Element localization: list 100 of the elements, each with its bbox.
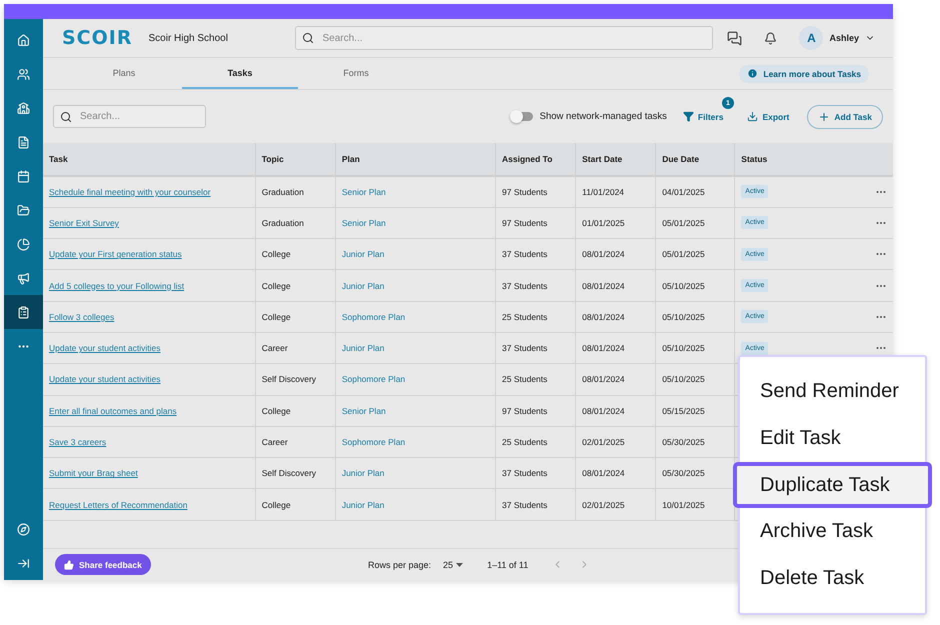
column-header[interactable]: Status <box>734 143 893 176</box>
plan-link[interactable]: Junior Plan <box>342 249 384 260</box>
column-header[interactable]: Topic <box>255 143 336 176</box>
list-icon <box>17 306 30 318</box>
table-cell: Career <box>255 426 336 458</box>
table-cell: 02/01/2025 <box>576 426 656 458</box>
menu-item[interactable]: Duplicate Task <box>733 462 932 508</box>
table-cell: Career <box>255 332 336 364</box>
table-cell: Graduation <box>255 176 336 208</box>
table-cell: Self Discovery <box>255 364 336 396</box>
task-link[interactable]: Add 5 colleges to your Following list <box>49 280 184 291</box>
logo: SCOIR <box>62 27 132 49</box>
calendar-icon <box>17 170 30 182</box>
table-cell: 05/10/2025 <box>656 364 735 396</box>
plan-link[interactable]: Senior Plan <box>342 406 386 416</box>
table-cell: Graduation <box>255 207 336 239</box>
menu-item[interactable]: Delete Task <box>740 555 925 602</box>
table-cell: 08/01/2024 <box>576 458 656 489</box>
page-range: 1–11 of 11 <box>487 560 528 570</box>
plan-link[interactable]: Sophomore Plan <box>342 312 406 322</box>
column-header[interactable]: Start Date <box>576 143 656 176</box>
plan-link[interactable]: Sophomore Plan <box>342 437 406 448</box>
task-link[interactable]: Schedule final meeting with your counselor <box>49 186 211 197</box>
table-cell: 05/01/2025 <box>656 207 735 239</box>
table-cell: 05/10/2025 <box>656 332 735 364</box>
folder-icon <box>17 204 30 216</box>
task-link[interactable]: Update your student activities <box>49 374 161 384</box>
thumbs-up-icon <box>64 560 74 570</box>
column-header[interactable]: Plan <box>335 143 496 176</box>
document-icon <box>17 136 30 148</box>
table-cell: 08/01/2024 <box>576 332 656 364</box>
bell-icon <box>764 32 778 44</box>
school-icon <box>17 102 30 114</box>
task-link[interactable]: Update your First generation status <box>49 249 182 260</box>
search-field[interactable]: Search... <box>295 26 714 50</box>
megaphone-icon <box>17 272 30 284</box>
plan-link[interactable]: Junior Plan <box>342 468 384 478</box>
column-header[interactable]: Assigned To <box>496 143 576 176</box>
toggle-switch[interactable] <box>510 112 533 121</box>
table-cell: 05/10/2025 <box>656 301 735 332</box>
task-link[interactable]: Enter all final outcomes and plans <box>49 406 177 416</box>
chat-icon <box>727 30 742 46</box>
toggle-label: Show network-managed tasks <box>540 111 667 122</box>
table-cell: 11/01/2024 <box>576 176 656 208</box>
task-link[interactable]: Follow 3 colleges <box>49 312 114 322</box>
tab[interactable]: Plans <box>66 58 182 89</box>
tab[interactable]: Forms <box>298 58 414 89</box>
plan-link[interactable]: Junior Plan <box>342 280 384 291</box>
task-link[interactable]: Submit your Brag sheet <box>49 468 138 478</box>
compass-icon <box>17 522 30 536</box>
rows-per-page-select[interactable]: 25 <box>443 560 464 570</box>
add-task-button[interactable]: Add Task <box>807 104 883 128</box>
messages-button[interactable] <box>727 30 742 46</box>
sidebar-item[interactable] <box>4 295 43 329</box>
rows-per-page-label: Rows per page: <box>368 560 432 570</box>
plan-link[interactable]: Junior Plan <box>342 343 384 354</box>
table-cell: 04/01/2025 <box>656 176 735 208</box>
table-cell: 37 Students <box>496 458 576 489</box>
export-button[interactable]: Export <box>747 111 790 122</box>
home-icon <box>17 34 30 46</box>
table-cell: College <box>255 238 336 270</box>
table-cell: 05/30/2025 <box>656 426 735 458</box>
table-cell: 02/01/2025 <box>576 488 656 520</box>
tab[interactable]: Tasks <box>182 58 298 89</box>
table-cell: College <box>255 395 336 426</box>
notifications-button[interactable] <box>764 32 778 44</box>
user-menu[interactable]: A Ashley <box>799 26 875 50</box>
expand-icon <box>17 556 30 570</box>
table-cell: 37 Students <box>496 238 576 270</box>
column-header[interactable]: Due Date <box>656 143 735 176</box>
task-link[interactable]: Request Letters of Recommendation <box>49 500 188 510</box>
search-field[interactable]: Search... <box>53 105 206 128</box>
table-cell: 25 Students <box>496 301 576 332</box>
learn-more-button[interactable]: Learn more about Tasks <box>739 64 869 82</box>
table-cell: College <box>255 488 336 520</box>
task-link[interactable]: Senior Exit Survey <box>49 218 119 228</box>
task-link[interactable]: Update your student activities <box>49 343 161 354</box>
pie-chart-icon <box>17 238 30 250</box>
column-header[interactable]: Task <box>43 143 256 176</box>
task-link[interactable]: Save 3 careers <box>49 437 106 448</box>
download-icon <box>747 111 758 122</box>
table-cell: Self Discovery <box>255 458 336 489</box>
table-cell: 97 Students <box>496 207 576 239</box>
menu-item[interactable]: Edit Task <box>740 414 925 462</box>
plan-link[interactable]: Sophomore Plan <box>342 374 406 384</box>
table-cell: College <box>255 270 336 302</box>
plus-icon <box>818 110 830 122</box>
plan-link[interactable]: Junior Plan <box>342 500 384 510</box>
share-feedback-button[interactable]: Share feedback <box>55 554 151 575</box>
table-cell: 05/10/2025 <box>656 270 735 302</box>
plan-link[interactable]: Senior Plan <box>342 186 386 197</box>
table-cell: 08/01/2024 <box>576 301 656 332</box>
school-name: Scoir High School <box>148 32 228 44</box>
plan-link[interactable]: Senior Plan <box>342 218 386 228</box>
people-icon <box>17 68 30 80</box>
table-cell: 05/01/2025 <box>656 238 735 270</box>
search-icon <box>302 32 314 44</box>
table-cell: 37 Students <box>496 270 576 302</box>
menu-item[interactable]: Archive Task <box>740 508 925 556</box>
menu-item[interactable]: Send Reminder <box>740 368 925 415</box>
